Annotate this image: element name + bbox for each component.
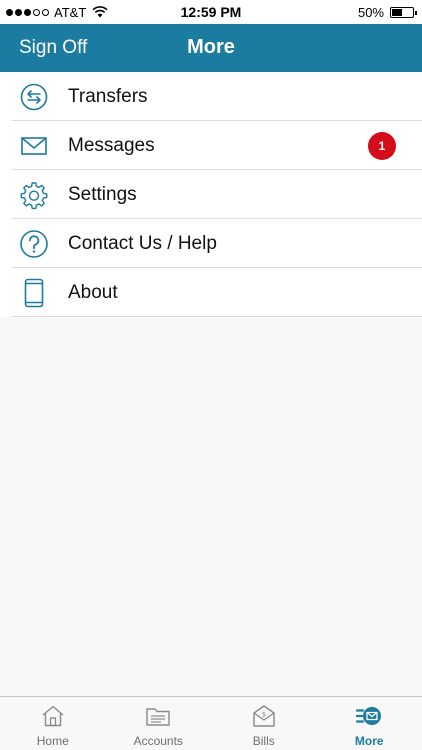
battery-fill — [392, 8, 402, 16]
menu-item-label: Contact Us / Help — [68, 233, 217, 254]
menu-item-label: Transfers — [68, 86, 148, 107]
app-screen: AT&T 12:59 PM 50% Sign Off More Transfer… — [0, 0, 422, 750]
gear-icon — [20, 182, 48, 210]
status-bar: AT&T 12:59 PM 50% — [0, 0, 422, 24]
tab-more[interactable]: More — [317, 697, 422, 750]
page-title: More — [187, 36, 235, 58]
battery-icon — [390, 6, 417, 18]
tab-label: Bills — [252, 734, 275, 748]
menu-item-contact-help[interactable]: Contact Us / Help — [0, 219, 422, 268]
tab-bar: Home Accounts $ Bills More — [0, 696, 422, 750]
bill-envelope-icon: $ — [253, 705, 275, 727]
tab-label: Home — [36, 734, 69, 748]
more-menu-list: Transfers Messages 1 Settings Contact Us… — [0, 72, 422, 317]
tab-label: Accounts — [133, 734, 183, 748]
battery-percent: 50% — [357, 4, 384, 20]
transfer-arrows-icon — [20, 83, 48, 111]
menu-item-label: Messages — [68, 135, 155, 156]
menu-item-settings[interactable]: Settings — [0, 170, 422, 219]
home-icon — [42, 705, 64, 727]
menu-item-label: Settings — [68, 184, 137, 205]
menu-item-label: About — [68, 282, 118, 303]
menu-item-transfers[interactable]: Transfers — [0, 72, 422, 121]
menu-item-messages[interactable]: Messages 1 — [0, 121, 422, 170]
more-menu-icon — [356, 707, 382, 725]
folder-icon — [146, 708, 170, 726]
tab-accounts[interactable]: Accounts — [106, 697, 212, 750]
unread-count-badge: 1 — [368, 132, 396, 160]
question-circle-icon — [20, 230, 48, 258]
tab-bills[interactable]: $ Bills — [211, 697, 317, 750]
svg-text:$: $ — [262, 711, 266, 719]
envelope-icon — [21, 137, 47, 155]
menu-item-about[interactable]: About — [0, 268, 422, 317]
phone-device-icon — [24, 278, 44, 308]
status-right: 50% — [357, 4, 417, 20]
nav-bar: Sign Off More — [0, 24, 422, 72]
tab-label: More — [354, 734, 384, 748]
tab-home[interactable]: Home — [0, 697, 106, 750]
